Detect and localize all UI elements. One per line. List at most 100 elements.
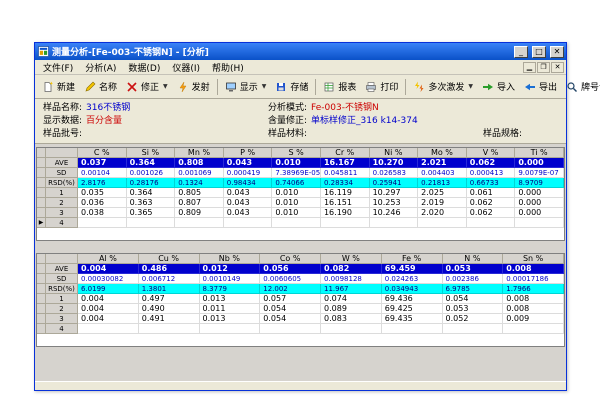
table-cell[interactable] <box>443 324 504 334</box>
table-cell[interactable]: 0.364 <box>127 158 176 168</box>
table-cell[interactable]: 0.491 <box>139 314 200 324</box>
row-label[interactable]: RSD(%) <box>46 178 78 188</box>
table-cell[interactable]: 16.119 <box>321 188 370 198</box>
table-cell[interactable]: 0.054 <box>260 314 321 324</box>
table-cell[interactable]: 0.013 <box>200 294 261 304</box>
table-cell[interactable]: 0.00030082 <box>78 274 139 284</box>
row-selector[interactable] <box>37 324 46 334</box>
print-button[interactable]: 打印 <box>361 77 402 96</box>
table-cell[interactable]: 2.019 <box>418 198 467 208</box>
table-cell[interactable]: 0.365 <box>127 208 176 218</box>
table-cell[interactable] <box>321 324 382 334</box>
table-cell[interactable]: 0.062 <box>467 208 516 218</box>
display-button[interactable]: 显示 ▼ <box>221 77 271 96</box>
table-row-rsd(%)[interactable]: RSD(%)2.81760.281760.13240.984340.740660… <box>37 178 564 188</box>
table-cell[interactable]: 1.3801 <box>139 284 200 294</box>
table-cell[interactable]: 2.8176 <box>78 178 127 188</box>
row-label[interactable]: 2 <box>46 304 78 314</box>
table-cell[interactable]: 0.002386 <box>443 274 504 284</box>
table-cell[interactable]: 0.000 <box>515 198 564 208</box>
row-selector[interactable] <box>37 198 46 208</box>
row-label[interactable]: 4 <box>46 324 78 334</box>
table-cell[interactable]: 0.008 <box>503 304 564 314</box>
table-cell[interactable] <box>382 324 443 334</box>
row-selector[interactable] <box>37 178 46 188</box>
mdi-minimize-button[interactable]: ▁ <box>523 62 536 73</box>
report-button[interactable]: 报表 <box>319 77 360 96</box>
table-cell[interactable]: 0.010 <box>272 188 321 198</box>
table-cell[interactable] <box>260 324 321 334</box>
table-cell[interactable]: 16.151 <box>321 198 370 208</box>
minimize-button[interactable]: _ <box>514 46 528 58</box>
row-selector[interactable] <box>37 284 46 294</box>
table-cell[interactable]: 0.053 <box>443 304 504 314</box>
table-cell[interactable]: 0.043 <box>224 208 273 218</box>
table-cell[interactable]: 0.045811 <box>321 168 370 178</box>
table-row-1[interactable]: 10.0040.4970.0130.0570.07469.4360.0540.0… <box>37 294 564 304</box>
table-cell[interactable]: 0.056 <box>260 264 321 274</box>
table-cell[interactable]: 0.052 <box>443 314 504 324</box>
table-row-rsd(%)[interactable]: RSD(%)6.01991.38018.377912.00211.9670.03… <box>37 284 564 294</box>
table-cell[interactable]: 0.008 <box>503 294 564 304</box>
table-cell[interactable]: 0.28176 <box>127 178 176 188</box>
table-cell[interactable]: 10.297 <box>370 188 419 198</box>
row-label[interactable]: SD <box>46 168 78 178</box>
table-cell[interactable]: 0.364 <box>127 188 176 198</box>
table-cell[interactable]: 12.002 <box>260 284 321 294</box>
table-row-sd[interactable]: SD0.000300820.0067120.00101490.00606050.… <box>37 274 564 284</box>
mdi-restore-button[interactable]: ❐ <box>537 62 550 73</box>
table-cell[interactable] <box>515 218 564 228</box>
table-row-ave[interactable]: AVE0.0040.4860.0120.0560.08269.4590.0530… <box>37 264 564 274</box>
row-selector[interactable] <box>37 168 46 178</box>
table-cell[interactable]: 2.021 <box>418 158 467 168</box>
table-cell[interactable]: 0.061 <box>467 188 516 198</box>
table-cell[interactable]: 0.004 <box>78 264 139 274</box>
table-row-sd[interactable]: SD0.001040.0010260.0010690.0004197.38969… <box>37 168 564 178</box>
table-cell[interactable]: 0.363 <box>127 198 176 208</box>
table-cell[interactable] <box>200 324 261 334</box>
menu-help[interactable]: 帮助(H) <box>206 61 250 74</box>
table-cell[interactable]: 10.253 <box>370 198 419 208</box>
menu-data[interactable]: 数据(D) <box>122 61 166 74</box>
table-cell[interactable]: 0.486 <box>139 264 200 274</box>
table-cell[interactable]: 10.270 <box>370 158 419 168</box>
table-row-2[interactable]: 20.0040.4900.0110.0540.08969.4250.0530.0… <box>37 304 564 314</box>
table-cell[interactable]: 0.807 <box>175 198 224 208</box>
table-cell[interactable]: 16.190 <box>321 208 370 218</box>
new-button[interactable]: 新建 <box>38 77 79 96</box>
table-cell[interactable] <box>224 218 273 228</box>
table-cell[interactable]: 69.459 <box>382 264 443 274</box>
table-cell[interactable]: 0.034943 <box>382 284 443 294</box>
table-cell[interactable]: 0.054 <box>260 304 321 314</box>
table-cell[interactable]: 0.036 <box>78 198 127 208</box>
table-row-2[interactable]: 20.0360.3630.8070.0430.01016.15110.2532.… <box>37 198 564 208</box>
table-cell[interactable]: 8.3779 <box>200 284 261 294</box>
table-cell[interactable]: 69.425 <box>382 304 443 314</box>
mdi-close-button[interactable]: ✕ <box>551 62 564 73</box>
title-bar[interactable]: 测量分析-[Fe-003-不锈钢N] - [分析] _ □ ✕ <box>35 43 566 60</box>
table-cell[interactable]: 2.025 <box>418 188 467 198</box>
table-cell[interactable] <box>370 218 419 228</box>
table-cell[interactable]: 0.98434 <box>224 178 273 188</box>
maximize-button[interactable]: □ <box>532 46 546 58</box>
table-cell[interactable]: 0.053 <box>443 264 504 274</box>
table-cell[interactable]: 0.001026 <box>127 168 176 178</box>
table-row-4[interactable]: ▶4 <box>37 218 564 228</box>
table-cell[interactable]: 69.436 <box>382 294 443 304</box>
table-cell[interactable]: 0.805 <box>175 188 224 198</box>
table-cell[interactable]: 0.28334 <box>321 178 370 188</box>
table-cell[interactable]: 0.035 <box>78 188 127 198</box>
menu-instrument[interactable]: 仪器(I) <box>166 61 206 74</box>
table-cell[interactable]: 0.74066 <box>272 178 321 188</box>
row-label[interactable]: 3 <box>46 208 78 218</box>
table-cell[interactable]: 0.062 <box>467 158 516 168</box>
row-label[interactable]: 4 <box>46 218 78 228</box>
table-cell[interactable]: 1.7966 <box>503 284 564 294</box>
table-cell[interactable]: 0.21813 <box>418 178 467 188</box>
table-cell[interactable]: 0.000 <box>515 158 564 168</box>
table-cell[interactable] <box>503 324 564 334</box>
table-cell[interactable]: 0.0060605 <box>260 274 321 284</box>
table-cell[interactable]: 6.9785 <box>443 284 504 294</box>
row-selector[interactable] <box>37 208 46 218</box>
row-label[interactable]: RSD(%) <box>46 284 78 294</box>
